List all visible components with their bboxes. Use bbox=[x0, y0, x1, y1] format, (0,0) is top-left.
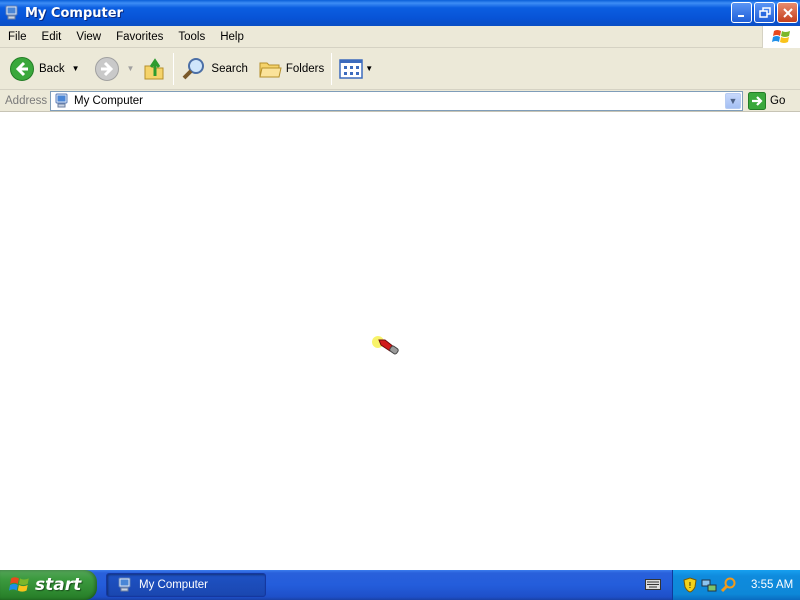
busy-flashlight-cursor-icon bbox=[372, 336, 399, 355]
back-dropdown-icon[interactable]: ▼ bbox=[72, 64, 80, 73]
start-button[interactable]: start bbox=[0, 570, 97, 600]
menu-bar: File Edit View Favorites Tools Help bbox=[0, 26, 800, 48]
minimize-button[interactable] bbox=[731, 2, 752, 23]
go-label: Go bbox=[770, 95, 786, 107]
windows-logo bbox=[762, 26, 800, 48]
views-button[interactable]: ▼ bbox=[336, 52, 376, 86]
menu-tools[interactable]: Tools bbox=[170, 31, 212, 43]
window-title: My Computer bbox=[25, 5, 123, 21]
back-arrow-icon bbox=[10, 56, 34, 81]
start-label: start bbox=[35, 575, 82, 595]
keyboard-icon[interactable] bbox=[645, 578, 661, 591]
taskbar: start My Computer ! 3:55 AM bbox=[0, 570, 800, 600]
network-icon[interactable] bbox=[701, 577, 717, 593]
address-input[interactable]: My Computer ▼ bbox=[50, 91, 743, 111]
address-bar: Address My Computer ▼ Go bbox=[0, 90, 800, 112]
security-shield-icon[interactable]: ! bbox=[683, 577, 697, 593]
views-icon bbox=[339, 58, 363, 79]
forward-arrow-icon bbox=[94, 56, 119, 81]
taskbar-item-my-computer[interactable]: My Computer bbox=[106, 573, 266, 597]
standard-toolbar: Back ▼ ▼ Search Folders ▼ bbox=[0, 48, 800, 90]
address-dropdown-button[interactable]: ▼ bbox=[725, 93, 741, 109]
close-icon bbox=[782, 7, 793, 18]
clock[interactable]: 3:55 AM bbox=[751, 579, 793, 591]
menu-help[interactable]: Help bbox=[212, 31, 251, 43]
search-icon bbox=[183, 57, 205, 79]
back-button[interactable]: Back ▼ bbox=[6, 52, 83, 86]
forward-button[interactable]: ▼ bbox=[91, 52, 138, 86]
menu-edit[interactable]: Edit bbox=[34, 31, 69, 43]
my-computer-icon bbox=[55, 93, 68, 108]
folder-content-area[interactable] bbox=[0, 112, 800, 570]
address-label: Address bbox=[5, 94, 48, 107]
address-value: My Computer bbox=[74, 95, 144, 107]
folders-icon bbox=[259, 62, 282, 77]
toolbar-separator bbox=[173, 52, 175, 85]
search-icon[interactable] bbox=[721, 577, 737, 593]
taskbar-item-label: My Computer bbox=[139, 579, 209, 591]
close-button[interactable] bbox=[777, 2, 798, 23]
go-button[interactable]: Go bbox=[748, 92, 785, 110]
windows-flag-icon bbox=[771, 30, 790, 43]
views-dropdown-icon[interactable]: ▼ bbox=[365, 64, 373, 73]
up-folder-icon bbox=[144, 57, 164, 79]
search-label: Search bbox=[211, 62, 248, 75]
menu-favorites[interactable]: Favorites bbox=[108, 31, 170, 43]
restore-button[interactable] bbox=[754, 2, 775, 23]
go-arrow-icon bbox=[748, 92, 766, 110]
up-folder-button[interactable] bbox=[139, 52, 169, 86]
windows-flag-icon bbox=[9, 577, 29, 592]
folders-button[interactable]: Folders bbox=[255, 52, 327, 86]
menu-view[interactable]: View bbox=[68, 31, 108, 43]
svg-text:!: ! bbox=[688, 581, 691, 590]
toolbar-separator bbox=[331, 52, 333, 85]
title-bar[interactable]: My Computer bbox=[0, 0, 800, 26]
restore-icon bbox=[758, 6, 771, 18]
chevron-down-icon: ▼ bbox=[728, 96, 738, 106]
menu-file[interactable]: File bbox=[0, 31, 34, 43]
back-label: Back bbox=[39, 62, 65, 75]
minimize-icon bbox=[737, 14, 744, 17]
forward-dropdown-icon[interactable]: ▼ bbox=[127, 64, 135, 73]
system-tray: ! 3:55 AM bbox=[672, 570, 800, 600]
my-computer-icon bbox=[5, 5, 18, 20]
my-computer-icon bbox=[118, 577, 131, 592]
folders-label: Folders bbox=[285, 62, 325, 75]
search-button[interactable]: Search bbox=[178, 52, 250, 86]
